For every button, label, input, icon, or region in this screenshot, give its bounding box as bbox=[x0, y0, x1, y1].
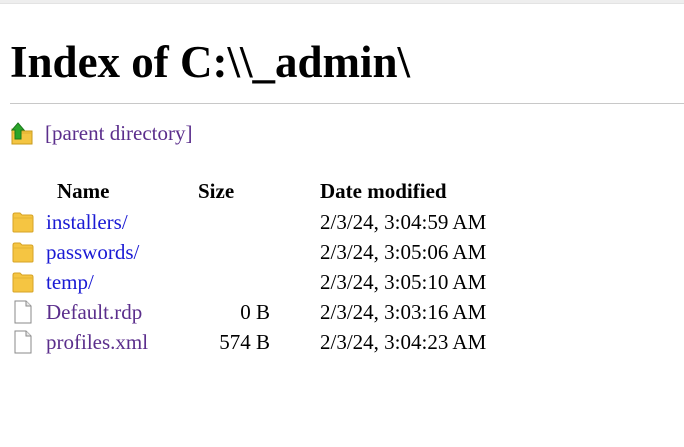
entry-size: 574 B bbox=[219, 330, 270, 354]
file-icon bbox=[14, 330, 32, 354]
entry-date: 2/3/24, 3:05:10 AM bbox=[320, 270, 487, 294]
list-item: passwords/ 2/3/24, 3:05:06 AM bbox=[10, 237, 630, 267]
column-header-name[interactable]: Name bbox=[57, 178, 109, 204]
entry-link[interactable]: profiles.xml bbox=[46, 329, 148, 355]
list-item: profiles.xml 574 B 2/3/24, 3:04:23 AM bbox=[10, 327, 630, 357]
folder-icon bbox=[12, 242, 34, 263]
file-icon bbox=[14, 300, 32, 324]
parent-directory-icon[interactable] bbox=[10, 120, 34, 146]
window-top-edge bbox=[0, 0, 684, 4]
entry-link[interactable]: passwords/ bbox=[46, 239, 139, 265]
list-item: temp/ 2/3/24, 3:05:10 AM bbox=[10, 267, 630, 297]
divider bbox=[10, 103, 684, 104]
column-header-size[interactable]: Size bbox=[198, 178, 234, 204]
entry-link[interactable]: installers/ bbox=[46, 209, 128, 235]
entry-link[interactable]: temp/ bbox=[46, 269, 94, 295]
column-header-date[interactable]: Date modified bbox=[320, 178, 447, 204]
entry-link[interactable]: Default.rdp bbox=[46, 299, 142, 325]
entry-date: 2/3/24, 3:03:16 AM bbox=[320, 300, 487, 324]
entry-date: 2/3/24, 3:04:23 AM bbox=[320, 330, 487, 354]
entry-date: 2/3/24, 3:05:06 AM bbox=[320, 240, 487, 264]
entry-date: 2/3/24, 3:04:59 AM bbox=[320, 210, 487, 234]
list-item: Default.rdp 0 B 2/3/24, 3:03:16 AM bbox=[10, 297, 630, 327]
parent-directory-row[interactable]: [parent directory] bbox=[10, 118, 193, 148]
entry-size: 0 B bbox=[240, 300, 270, 324]
folder-icon bbox=[12, 212, 34, 233]
folder-icon bbox=[12, 272, 34, 293]
page-title: Index of C:\\_admin\ bbox=[10, 37, 411, 87]
parent-directory-link[interactable]: [parent directory] bbox=[45, 120, 193, 146]
list-item: installers/ 2/3/24, 3:04:59 AM bbox=[10, 207, 630, 237]
